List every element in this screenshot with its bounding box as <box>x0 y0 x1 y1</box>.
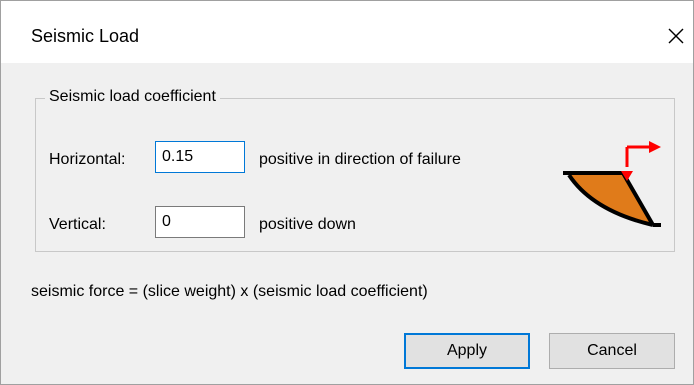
close-icon <box>668 28 684 44</box>
title-bar: Seismic Load <box>1 1 693 63</box>
vertical-hint: positive down <box>259 216 356 233</box>
vertical-label: Vertical: <box>49 216 106 233</box>
group-legend: Seismic load coefficient <box>45 88 220 106</box>
horizontal-label: Horizontal: <box>49 151 126 168</box>
apply-button[interactable]: Apply <box>404 333 530 369</box>
horizontal-hint: positive in direction of failure <box>259 151 461 168</box>
horizontal-coefficient-input[interactable] <box>155 141 245 173</box>
vertical-coefficient-input[interactable] <box>155 206 245 238</box>
seismic-load-dialog: Seismic Load Seismic load coefficient Ho… <box>0 0 694 385</box>
cancel-button[interactable]: Cancel <box>549 333 675 369</box>
close-button[interactable] <box>659 15 693 57</box>
seismic-force-formula: seismic force = (slice weight) x (seismi… <box>31 283 428 300</box>
slope-failure-icon <box>563 141 661 227</box>
window-title: Seismic Load <box>31 26 140 46</box>
